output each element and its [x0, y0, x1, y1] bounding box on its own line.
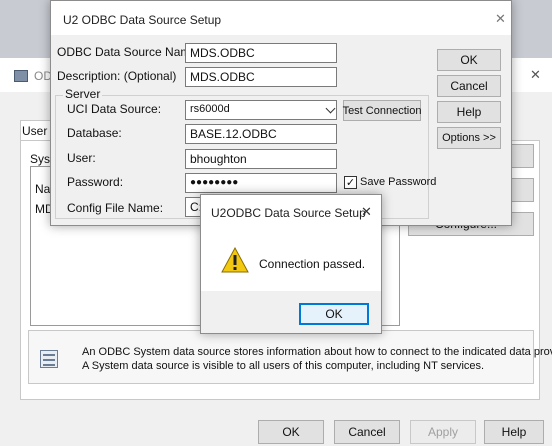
database-label: Database: [67, 126, 122, 140]
info-text-line2: A System data source is visible to all u… [82, 360, 485, 372]
save-password-label: Save Password [360, 176, 437, 188]
datasource-info-icon [40, 350, 58, 368]
description-input[interactable]: MDS.ODBC [185, 67, 337, 87]
user-label: User: [67, 151, 96, 165]
warning-icon [221, 247, 249, 273]
setup-cancel-button[interactable]: Cancel [437, 75, 501, 97]
setup-ok-button[interactable]: OK [437, 49, 501, 71]
admin-ok-button[interactable]: OK [258, 420, 324, 444]
test-connection-button[interactable]: Test Connection [343, 100, 421, 121]
message-text: Connection passed. [259, 257, 366, 271]
dsn-label: ODBC Data Source Name: [57, 45, 201, 59]
password-label: Password: [67, 175, 124, 189]
user-input[interactable]: bhoughton [185, 149, 337, 169]
admin-help-button[interactable]: Help [484, 420, 544, 444]
info-text-line1: An ODBC System data source stores inform… [82, 346, 552, 358]
setup-title: U2 ODBC Data Source Setup [63, 13, 222, 27]
message-box: U2ODBC Data Source Setup ✕ Connection pa… [200, 194, 382, 334]
admin-close-icon[interactable]: ✕ [530, 67, 541, 83]
message-ok-button[interactable]: OK [299, 303, 369, 325]
setup-close-icon[interactable]: ✕ [495, 11, 506, 27]
setup-dialog: U2 ODBC Data Source Setup ✕ ODBC Data So… [50, 0, 512, 226]
admin-app-icon [14, 70, 28, 82]
uci-select[interactable]: rs6000d [185, 100, 337, 120]
description-label: Description: (Optional) [57, 69, 177, 83]
uci-label: UCI Data Source: [67, 102, 162, 116]
config-label: Config File Name: [67, 201, 164, 215]
save-password-checkbox[interactable]: ✓ [344, 176, 357, 189]
message-box-title: U2ODBC Data Source Setup [211, 206, 366, 220]
admin-cancel-button[interactable]: Cancel [334, 420, 400, 444]
options-button[interactable]: Options >> [437, 127, 501, 149]
dsn-list-header[interactable]: Na [35, 182, 50, 196]
admin-apply-button: Apply [410, 420, 476, 444]
message-box-close-icon[interactable]: ✕ [361, 204, 372, 220]
password-input[interactable]: ●●●●●●●● [185, 173, 337, 193]
server-group-label: Server [63, 87, 103, 101]
setup-help-button[interactable]: Help [437, 101, 501, 123]
dsn-input[interactable]: MDS.ODBC [185, 43, 337, 63]
database-input[interactable]: BASE.12.ODBC [185, 124, 337, 144]
